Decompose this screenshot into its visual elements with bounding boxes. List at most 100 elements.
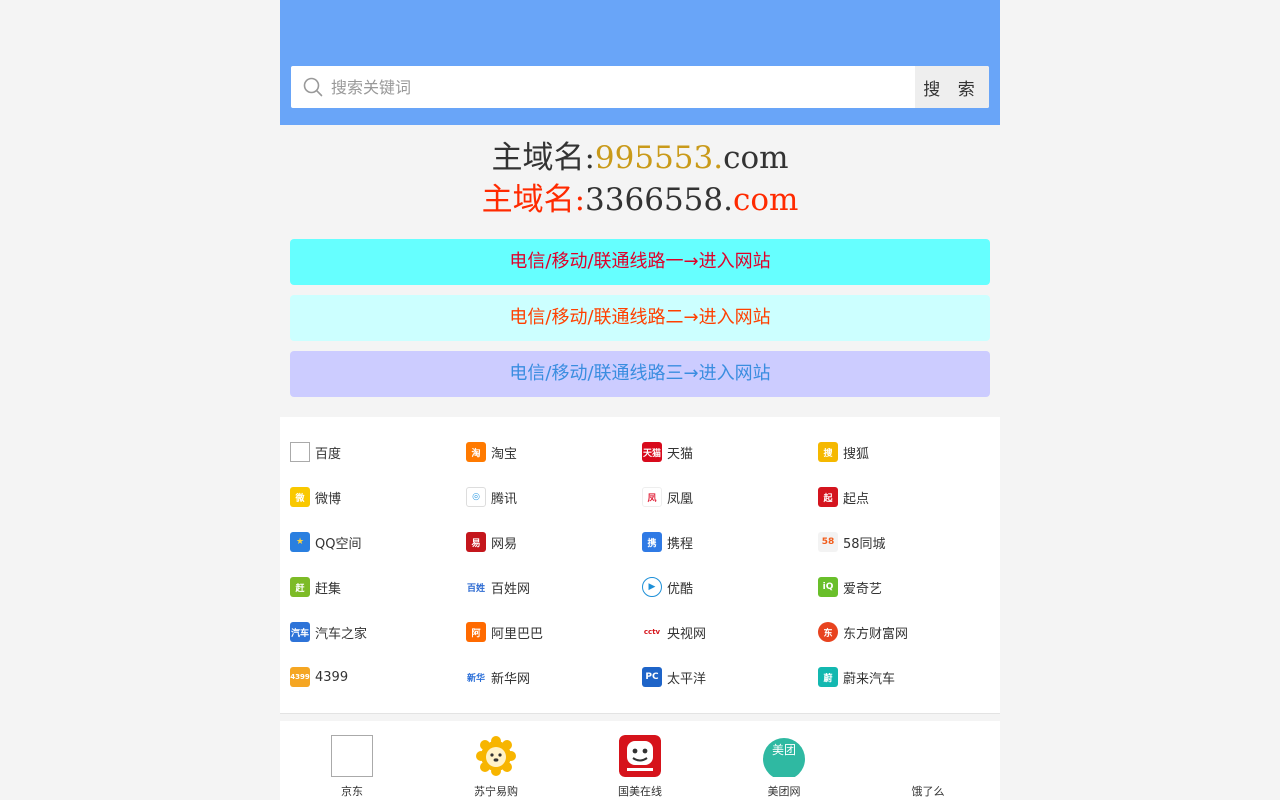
link-item[interactable]: 赶赶集 [290, 577, 341, 597]
weibo-icon: 微 [290, 487, 310, 507]
search-bar: 搜 索 [291, 66, 989, 108]
link-label: 阿里巴巴 [491, 626, 544, 642]
app-label: 京东 [341, 785, 363, 798]
ganji-icon: 赶 [290, 577, 310, 597]
link-label: 淘宝 [491, 446, 518, 462]
link-label: 起点 [843, 491, 870, 507]
link-item[interactable]: 阿阿里巴巴 [466, 622, 543, 642]
link-label: 太平洋 [667, 671, 707, 687]
youku-icon: ▶ [642, 577, 662, 597]
pconline-icon: PC [642, 667, 662, 687]
qidian-icon: 起 [818, 487, 838, 507]
broken-image-icon [290, 442, 310, 462]
netease-icon: 易 [466, 532, 486, 552]
link-label: 百度 [315, 446, 342, 462]
link-item[interactable]: ★ QQ空间 [290, 532, 361, 552]
link-item[interactable]: 凤凤凰 [642, 487, 693, 507]
autohome-icon: 汽车 [290, 622, 310, 642]
domain-suffix: com [723, 140, 789, 176]
58-icon: 58 [818, 532, 838, 552]
eastmoney-icon: 东 [818, 622, 838, 642]
link-label: 百姓网 [491, 581, 531, 597]
domain-line-2: 主域名:3366558.com [280, 180, 1000, 220]
app-item[interactable]: 苏宁易购 [451, 735, 541, 799]
app-item[interactable]: 饿了么 [883, 735, 973, 799]
domain-prefix: 主域名: [481, 182, 586, 218]
link-item[interactable]: 微微博 [290, 487, 341, 507]
link-item[interactable]: cctv 央视网 [642, 622, 706, 642]
route-2-button[interactable]: 电信/移动/联通线路二→进入网站 [290, 295, 990, 341]
search-icon [303, 77, 323, 97]
app-label: 美团网 [767, 785, 801, 798]
link-item[interactable]: 携携程 [642, 532, 693, 552]
xinhua-icon: 新华 [466, 667, 486, 687]
link-label: 腾讯 [491, 491, 518, 507]
app-item[interactable]: 美团 美团网 [739, 735, 829, 799]
link-item[interactable]: ▶ 优酷 [642, 577, 693, 597]
links-panel: 百度 淘淘宝 天猫 天猫 搜搜狐微微博 ◎ 腾讯 凤凤凰 起起点 ★ QQ空间 易网易 携携程 58 58同… [280, 417, 1000, 714]
link-label: 赶集 [315, 581, 342, 597]
page: 搜 索 主域名:995553.com 主域名:3366558.com 电信/移动… [280, 0, 1000, 800]
link-item[interactable]: 淘淘宝 [466, 442, 517, 462]
app-label: 苏宁易购 [474, 785, 518, 798]
header: 搜 索 [280, 0, 1000, 125]
link-item[interactable]: 起起点 [818, 487, 869, 507]
link-label: 搜狐 [843, 446, 870, 462]
link-label: 央视网 [667, 626, 707, 642]
iqiyi-icon: iQ [818, 577, 838, 597]
app-label: 饿了么 [911, 785, 945, 798]
app-item[interactable]: 国美在线 [595, 735, 685, 799]
link-label: 58同城 [843, 536, 886, 552]
bottom-app-bar: 京东 苏宁易购 国美在线 美团 美团网 饿了么 [280, 721, 1000, 800]
meituan-icon: 美团 [763, 735, 805, 777]
ifeng-icon: 凤 [642, 487, 662, 507]
link-item[interactable]: 东东方财富网 [818, 622, 908, 642]
link-item[interactable]: 搜搜狐 [818, 442, 869, 462]
link-label: 东方财富网 [843, 626, 909, 642]
domain-suffix: com [732, 182, 799, 218]
baixing-icon: 百姓 [466, 577, 486, 597]
link-item[interactable]: 4399 4399 [290, 667, 348, 687]
link-item[interactable]: 蔚蔚来汽车 [818, 667, 895, 687]
link-label: 携程 [667, 536, 694, 552]
link-label: 4399 [315, 669, 349, 685]
route-1-button[interactable]: 电信/移动/联通线路一→进入网站 [290, 239, 990, 285]
app-item[interactable]: 京东 [307, 735, 397, 799]
link-item[interactable]: ◎ 腾讯 [466, 487, 517, 507]
sohu-icon: 搜 [818, 442, 838, 462]
link-item[interactable]: 易网易 [466, 532, 517, 552]
link-item[interactable]: iQ 爱奇艺 [818, 577, 882, 597]
alibaba-icon: 阿 [466, 622, 486, 642]
domain-number: 995553. [594, 140, 724, 176]
link-item[interactable]: 58 58同城 [818, 532, 886, 552]
cctv-icon: cctv [642, 622, 662, 642]
link-item[interactable]: 百姓 百姓网 [466, 577, 530, 597]
link-item[interactable]: 汽车 汽车之家 [290, 622, 367, 642]
link-item[interactable]: 天猫 天猫 [642, 442, 693, 462]
search-input[interactable] [331, 66, 901, 108]
broken-image-icon [331, 735, 373, 777]
link-label: 爱奇艺 [843, 581, 883, 597]
link-label: 优酷 [667, 581, 694, 597]
app-label: 国美在线 [618, 785, 662, 798]
eleme-icon [907, 735, 949, 777]
link-label: 网易 [491, 536, 518, 552]
4399-icon: 4399 [290, 667, 310, 687]
link-item[interactable]: PC 太平洋 [642, 667, 706, 687]
taobao-icon: 淘 [466, 442, 486, 462]
gome-icon [619, 735, 661, 777]
link-label: QQ空间 [315, 536, 362, 552]
domain-number: 3366558. [585, 182, 733, 218]
tencent-icon: ◎ [466, 487, 486, 507]
route-3-button[interactable]: 电信/移动/联通线路三→进入网站 [290, 351, 990, 397]
ctrip-icon: 携 [642, 532, 662, 552]
link-label: 蔚来汽车 [843, 671, 896, 687]
link-item[interactable]: 百度 [290, 442, 341, 462]
link-label: 新华网 [491, 671, 531, 687]
svg-text:美团: 美团 [772, 743, 796, 757]
link-label: 天猫 [667, 446, 694, 462]
link-item[interactable]: 新华 新华网 [466, 667, 530, 687]
link-label: 汽车之家 [315, 626, 368, 642]
domain-line-1: 主域名:995553.com [280, 138, 1000, 178]
search-button[interactable]: 搜 索 [915, 66, 989, 108]
